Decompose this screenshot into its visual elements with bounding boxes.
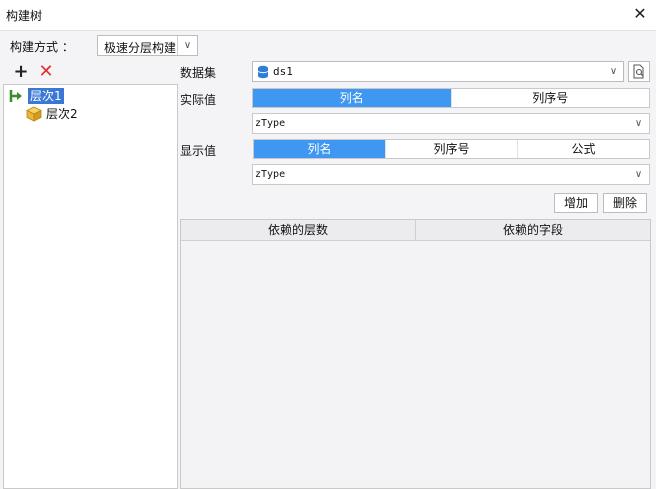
chevron-down-icon: ∨ — [634, 169, 643, 180]
tree-item-label: 层次2 — [46, 107, 78, 121]
preview-icon — [633, 64, 644, 79]
dependency-table: 依赖的层数 依赖的字段 — [180, 219, 651, 489]
delete-level-icon[interactable]: ✕ — [38, 63, 54, 81]
level-tree: 层次1 层次2 — [3, 84, 178, 489]
table-header: 依赖的层数 依赖的字段 — [181, 220, 650, 241]
display-value-mode-tabs: 列名 列序号 公式 — [253, 139, 650, 159]
chevron-down-icon: ∨ — [177, 36, 197, 55]
actual-value-label: 实际值 — [180, 93, 217, 107]
build-mode-value: 极速分层构建 — [104, 41, 177, 55]
tab-column-index[interactable]: 列序号 — [385, 140, 517, 158]
tree-item-label: 层次1 — [28, 88, 64, 104]
close-icon[interactable]: ✕ — [630, 4, 650, 24]
add-level-icon[interactable]: + — [13, 63, 29, 81]
chevron-down-icon: ∨ — [634, 118, 643, 129]
display-value-field-select[interactable]: zType ∨ — [252, 164, 650, 185]
tab-column-name[interactable]: 列名 — [253, 89, 451, 107]
level-arrow-icon — [8, 88, 24, 104]
database-icon — [257, 65, 269, 79]
dataset-select[interactable]: ds1 ∨ — [252, 61, 624, 82]
dataset-value: ds1 — [273, 65, 293, 78]
column-header-dependent-field[interactable]: 依赖的字段 — [416, 220, 650, 240]
dataset-preview-button[interactable] — [628, 61, 650, 82]
tab-formula[interactable]: 公式 — [517, 140, 649, 158]
delete-button[interactable]: 删除 — [603, 193, 647, 213]
actual-value-mode-tabs: 列名 列序号 — [252, 88, 650, 108]
chevron-down-icon: ∨ — [609, 66, 618, 77]
tab-column-index[interactable]: 列序号 — [450, 89, 650, 107]
cube-icon — [26, 106, 42, 122]
display-value-label: 显示值 — [180, 144, 217, 158]
dialog-title: 构建树 — [6, 9, 43, 23]
dataset-label: 数据集 — [180, 66, 217, 80]
column-header-dependent-level[interactable]: 依赖的层数 — [181, 220, 416, 240]
display-value-field: zType — [255, 169, 286, 180]
build-tree-dialog: 构建树 ✕ 构建方式 ： 极速分层构建 ∨ + ✕ 层次1 层次2 数据集 ds… — [0, 0, 656, 489]
build-mode-select[interactable]: 极速分层构建 ∨ — [97, 35, 198, 56]
actual-value-field-select[interactable]: zType ∨ — [252, 113, 650, 134]
title-bar: 构建树 ✕ — [0, 0, 656, 31]
tab-column-name[interactable]: 列名 — [254, 140, 385, 158]
build-mode-label: 构建方式 ： — [10, 40, 74, 54]
actual-value-field: zType — [255, 118, 286, 129]
add-button[interactable]: 增加 — [554, 193, 598, 213]
